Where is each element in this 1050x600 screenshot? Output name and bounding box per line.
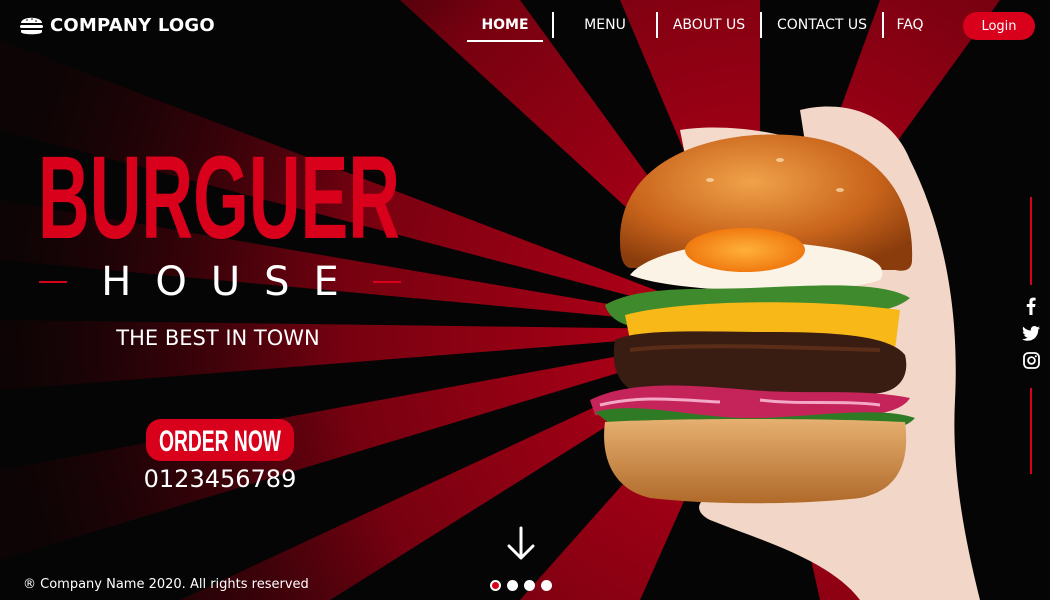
nav-contact-us[interactable]: CONTACT US	[762, 17, 882, 33]
login-button[interactable]: Login	[963, 12, 1035, 40]
carousel-dot[interactable]	[507, 580, 518, 591]
carousel-dots	[490, 580, 552, 591]
hero-subtitle: HOUSE	[101, 259, 363, 305]
nav-faq[interactable]: FAQ	[884, 17, 936, 33]
phone-number[interactable]: 0123456789	[120, 465, 320, 493]
subtitle-line-left	[39, 281, 68, 283]
burger-icon	[20, 17, 43, 35]
company-logo[interactable]: COMPANY LOGO	[19, 12, 215, 38]
facebook-icon[interactable]	[1020, 297, 1042, 315]
order-now-button[interactable]: ORDER NOW	[146, 419, 294, 461]
subtitle-line-right	[372, 281, 402, 283]
burger-photo	[590, 106, 980, 600]
hero-subtitle-row: HOUSE	[39, 259, 402, 305]
carousel-dot[interactable]	[490, 580, 501, 591]
logo-text: COMPANY LOGO	[50, 14, 215, 36]
nav-home[interactable]: HOME	[467, 17, 543, 42]
instagram-icon[interactable]	[1020, 351, 1042, 369]
main-nav: HOME MENU ABOUT US CONTACT US FAQ	[467, 12, 936, 42]
hero-section: COMPANY LOGO HOME MENU ABOUT US CONTACT …	[0, 0, 1050, 600]
carousel-dot[interactable]	[541, 580, 552, 591]
carousel-dot[interactable]	[524, 580, 535, 591]
nav-menu[interactable]: MENU	[554, 17, 656, 33]
order-now-label: ORDER NOW	[159, 425, 281, 458]
nav-about-us[interactable]: ABOUT US	[658, 17, 760, 33]
social-line-top	[1030, 197, 1032, 285]
hero-tagline: THE BEST IN TOWN	[116, 326, 320, 350]
arrow-down-icon[interactable]	[505, 526, 537, 562]
hero-title-text: BURGUER	[38, 132, 400, 246]
social-line-bottom	[1030, 388, 1032, 474]
footer-copyright: ® Company Name 2020. All rights reserved	[23, 577, 309, 592]
twitter-icon[interactable]	[1020, 324, 1042, 342]
hero-title: BURGUER	[38, 132, 400, 246]
